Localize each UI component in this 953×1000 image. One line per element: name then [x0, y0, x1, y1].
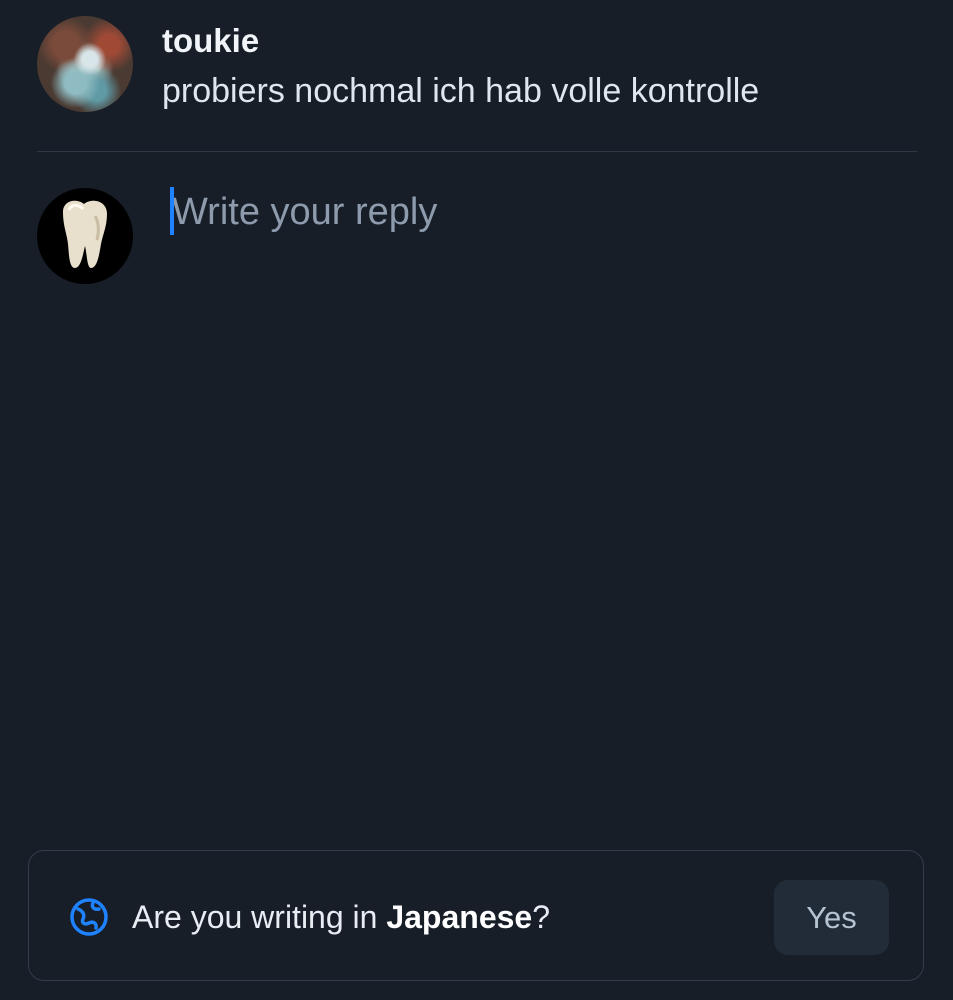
language-name: Japanese	[386, 899, 533, 935]
author-name[interactable]: toukie	[162, 22, 259, 60]
language-question-suffix: ?	[532, 899, 550, 935]
text-caret	[170, 187, 174, 235]
tooth-icon	[63, 200, 107, 268]
language-globe-icon	[70, 898, 108, 936]
language-question-prefix: Are you writing in	[132, 899, 387, 935]
language-suggestion-bar: Are you writing in Japanese? Yes	[28, 850, 924, 981]
parent-post: toukie probiers nochmal ich hab volle ko…	[37, 16, 917, 116]
language-question: Are you writing in Japanese?	[132, 899, 550, 936]
yes-button[interactable]: Yes	[774, 880, 889, 955]
self-avatar	[37, 188, 133, 284]
reply-input[interactable]	[168, 184, 916, 240]
parent-post-text: probiers nochmal ich hab volle kontrolle	[162, 72, 760, 110]
divider	[37, 151, 917, 152]
author-avatar[interactable]	[37, 16, 133, 112]
